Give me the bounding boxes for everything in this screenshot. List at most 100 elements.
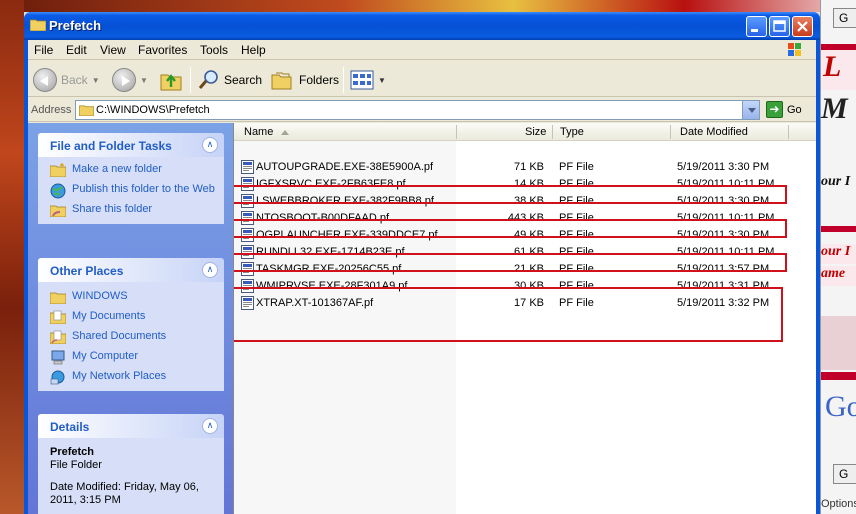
address-bar: Address C:\WINDOWS\Prefetch ➜ Go <box>28 98 816 122</box>
panel-header[interactable]: Other Places ∧ <box>38 258 224 282</box>
chevron-down-icon: ▼ <box>378 75 386 85</box>
highlight-box <box>234 219 787 238</box>
details-folder-name: Prefetch <box>50 446 95 458</box>
column-header-type[interactable]: Type <box>560 126 584 138</box>
views-grid-icon <box>350 70 374 90</box>
ad-bar <box>821 226 856 232</box>
forward-button[interactable]: ▼ <box>112 67 148 93</box>
new-folder-icon <box>50 163 66 177</box>
menu-favorites[interactable]: Favorites <box>138 43 187 57</box>
maximize-button[interactable] <box>769 16 790 37</box>
up-folder-icon <box>160 74 182 91</box>
background-button[interactable]: G <box>833 464 856 484</box>
column-separator[interactable] <box>552 125 553 139</box>
highlight-box <box>234 185 787 204</box>
address-dropdown-button[interactable] <box>742 101 759 119</box>
network-places-icon <box>50 370 65 385</box>
ad-image <box>821 316 856 370</box>
background-button[interactable]: G <box>833 8 856 28</box>
column-label: Name <box>244 126 274 138</box>
column-header-size[interactable]: Size <box>525 126 546 138</box>
file-size: 71 KB <box>514 161 544 173</box>
background-browser-strip: G L M our I our I ame Go G Options <box>820 0 856 514</box>
windows-logo-icon <box>788 43 801 56</box>
menu-help[interactable]: Help <box>241 43 266 57</box>
share-folder-icon <box>50 205 66 217</box>
place-my-documents[interactable]: My Documents <box>50 310 216 324</box>
column-separator[interactable] <box>788 125 789 139</box>
minimize-button[interactable] <box>746 16 767 37</box>
ad-text: our I <box>821 244 856 264</box>
search-icon <box>198 70 218 89</box>
panel-title: File and Folder Tasks <box>50 139 172 153</box>
my-documents-icon <box>50 310 66 324</box>
task-share-folder[interactable]: Share this folder <box>50 203 216 217</box>
column-header-date[interactable]: Date Modified <box>680 126 748 138</box>
highlight-box <box>234 253 787 272</box>
details-folder-kind: File Folder <box>50 459 102 471</box>
title-bar[interactable]: Prefetch <box>24 12 820 40</box>
panel-title: Details <box>50 420 90 434</box>
task-make-new-folder[interactable]: Make a new folder <box>50 163 216 177</box>
menu-view[interactable]: View <box>100 43 126 57</box>
menu-tools[interactable]: Tools <box>200 43 228 57</box>
task-label: Publish this folder to the Web <box>72 183 215 195</box>
place-label: Shared Documents <box>72 330 167 342</box>
address-path: C:\WINDOWS\Prefetch <box>96 104 210 116</box>
globe-icon <box>50 183 66 199</box>
close-icon <box>797 21 808 32</box>
task-label: Make a new folder <box>72 163 162 175</box>
desktop-background-left <box>0 0 24 514</box>
views-button[interactable]: ▼ <box>350 67 386 93</box>
panel-header[interactable]: Details ∧ <box>38 414 224 438</box>
folder-icon <box>30 19 46 31</box>
go-label: Go <box>787 103 802 116</box>
place-label: WINDOWS <box>72 290 128 302</box>
place-label: My Network Places <box>72 370 167 382</box>
place-my-computer[interactable]: My Computer <box>50 350 216 365</box>
go-button[interactable]: ➜ Go <box>766 101 802 118</box>
chevron-down-icon: ▼ <box>91 75 100 85</box>
panel-header[interactable]: File and Folder Tasks ∧ <box>38 133 224 157</box>
panel-title: Other Places <box>50 264 124 278</box>
place-my-network-places[interactable]: My Network Places <box>50 370 216 385</box>
search-label: Search <box>224 73 263 87</box>
place-shared-documents[interactable]: Shared Documents <box>50 330 216 344</box>
column-separator[interactable] <box>456 125 457 139</box>
column-header-name[interactable]: Name <box>244 126 290 138</box>
file-folder-tasks-panel: File and Folder Tasks ∧ Make a new folde… <box>38 133 224 224</box>
background-logo: Go <box>825 390 856 423</box>
task-publish-folder[interactable]: Publish this folder to the Web <box>50 183 216 199</box>
up-folder-button[interactable] <box>160 67 182 93</box>
menu-file[interactable]: File <box>34 43 53 57</box>
folder-icon <box>79 105 94 116</box>
task-pane: File and Folder Tasks ∧ Make a new folde… <box>28 123 233 514</box>
address-input[interactable]: C:\WINDOWS\Prefetch <box>75 100 760 120</box>
other-places-panel: Other Places ∧ WINDOWS My Documents Shar… <box>38 258 224 391</box>
toolbar-separator <box>343 67 344 93</box>
menu-edit[interactable]: Edit <box>66 43 87 57</box>
ad-bar <box>821 372 856 380</box>
search-button[interactable]: Search <box>198 67 262 93</box>
explorer-window: Prefetch File Edit View Favorites Tools … <box>24 12 820 514</box>
collapse-chevron-icon[interactable]: ∧ <box>202 137 218 153</box>
folders-label: Folders <box>299 73 340 87</box>
chevron-down-icon: ▼ <box>140 75 148 85</box>
column-separator[interactable] <box>670 125 671 139</box>
collapse-chevron-icon[interactable]: ∧ <box>202 418 218 434</box>
place-label: My Computer <box>72 350 139 362</box>
back-button[interactable]: Back ▼ <box>33 67 100 93</box>
file-row[interactable]: AUTOUPGRADE.EXE-38E5900A.pf 71 KB PF File 5… <box>234 159 816 176</box>
close-button[interactable] <box>792 16 813 37</box>
file-list-view: Name Size Type Date Modified AUTOUPGRADE… <box>233 123 816 514</box>
folders-button[interactable]: Folders <box>271 67 339 93</box>
folders-icon <box>271 72 292 90</box>
menu-bar: File Edit View Favorites Tools Help <box>28 40 816 60</box>
highlight-box <box>234 287 783 342</box>
collapse-chevron-icon[interactable]: ∧ <box>202 262 218 278</box>
window-client: File Edit View Favorites Tools Help Back… <box>28 40 816 514</box>
file-name: AUTOUPGRADE.EXE-38E5900A.pf <box>256 161 434 173</box>
place-windows[interactable]: WINDOWS <box>50 290 216 304</box>
ad-text: our I <box>821 174 856 194</box>
column-headers: Name Size Type Date Modified <box>234 123 816 141</box>
